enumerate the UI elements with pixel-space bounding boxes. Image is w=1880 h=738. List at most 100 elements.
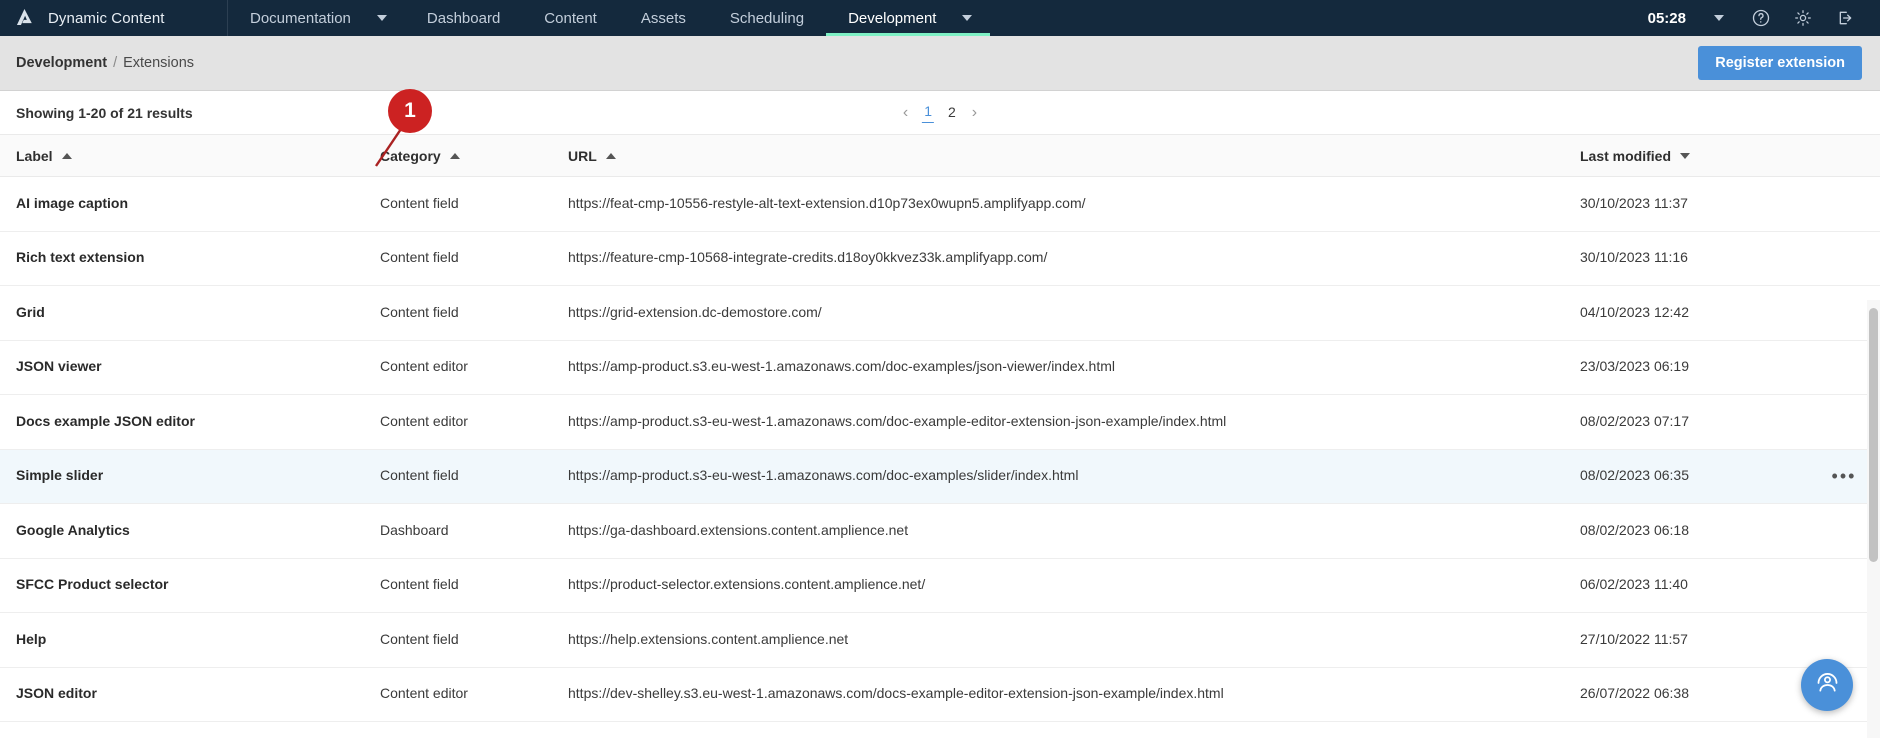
cell-label: SFCC Product selector (16, 576, 169, 593)
cell-label: Google Analytics (16, 521, 130, 538)
table-body: AI image caption Content field https://fea… (0, 177, 1880, 722)
cell-url: https://amp-product.s3.eu-west-1.amazona… (568, 358, 1116, 375)
cell-category: Content field (380, 467, 459, 484)
table-row[interactable]: Simple slider Content field https://amp-pr… (0, 449, 1880, 504)
help-circle-icon (1751, 8, 1771, 28)
cell-label: Rich text extension (16, 249, 145, 266)
nav-item-dashboard[interactable]: Dashboard (405, 0, 522, 36)
chevron-right-icon[interactable]: › (970, 104, 979, 121)
column-header-category[interactable]: Category (380, 148, 568, 164)
nav-label-development: Development (848, 9, 937, 27)
column-header-url[interactable]: URL (568, 148, 1580, 164)
sort-ascending-icon (449, 152, 460, 159)
sort-ascending-icon (605, 152, 616, 159)
nav-item-content[interactable]: Content (522, 0, 619, 36)
column-header-label[interactable]: Label (16, 148, 380, 164)
nav-label-assets: Assets (640, 9, 686, 27)
register-extension-button[interactable]: Register extension (1698, 46, 1862, 80)
sort-ascending-icon (61, 152, 72, 159)
annotation-badge-1: 1 (388, 89, 432, 133)
pagination-page-2[interactable]: 2 (946, 103, 958, 123)
cell-url: https://dev-shelley.s3.eu-west-1.amazona… (568, 685, 1224, 702)
settings-button[interactable] (1782, 0, 1824, 36)
breadcrumb-bar: Development / Extensions Register extens… (0, 36, 1880, 91)
column-url-text: URL (568, 147, 597, 164)
cell-url: https://amp-product.s3-eu-west-1.amazona… (568, 467, 1079, 484)
ellipsis-horizontal-icon[interactable]: ••• (1832, 467, 1857, 485)
cell-category: Content field (380, 630, 459, 647)
logout-icon (1835, 8, 1855, 28)
primary-nav: Documentation Dashboard Content Assets S… (228, 0, 991, 36)
nav-label-content: Content (544, 9, 597, 27)
cell-label: Grid (16, 303, 45, 320)
table-row[interactable]: Grid Content field https://grid-extension.… (0, 286, 1880, 341)
cell-url: https://feature-cmp-10568-integrate-cred… (568, 249, 1048, 266)
cell-category: Content field (380, 576, 459, 593)
table-header-row: Label Category URL Last modified (0, 134, 1880, 177)
nav-item-documentation[interactable]: Documentation (228, 0, 405, 36)
cell-url: https://amp-product.s3-eu-west-1.amazona… (568, 412, 1227, 429)
nav-label-documentation: Documentation (250, 9, 351, 27)
support-chat-button[interactable] (1801, 659, 1853, 711)
cell-label: JSON viewer (16, 358, 102, 375)
nav-item-assets[interactable]: Assets (619, 0, 708, 36)
annotation-badge-number: 1 (404, 99, 416, 122)
column-header-last-modified[interactable]: Last modified (1580, 148, 1808, 164)
table-scrollbar-thumb[interactable] (1869, 308, 1878, 562)
table-row[interactable]: JSON viewer Content editor https://amp-pro… (0, 340, 1880, 395)
cell-category: Content editor (380, 358, 468, 375)
nav-label-scheduling: Scheduling (729, 9, 805, 27)
cell-category: Content editor (380, 685, 468, 702)
table-row[interactable]: AI image caption Content field https://fea… (0, 177, 1880, 232)
brand-home-link[interactable]: Dynamic Content (0, 0, 228, 36)
cell-last-modified: 06/02/2023 11:40 (1580, 576, 1688, 593)
column-category-text: Category (380, 147, 441, 164)
column-last-modified-text: Last modified (1580, 147, 1672, 164)
breadcrumb-current: Extensions (123, 55, 195, 71)
cell-url: https://ga-dashboard.extensions.content.… (568, 521, 909, 538)
results-toolbar: Showing 1-20 of 21 results ‹ 1 2 › (0, 91, 1880, 134)
cell-category: Content field (380, 249, 459, 266)
cell-last-modified: 23/03/2023 06:19 (1580, 358, 1689, 375)
chat-support-icon (1814, 669, 1841, 701)
column-label-text: Label (16, 147, 53, 164)
cell-label: Help (16, 630, 47, 647)
table-row[interactable]: Google Analytics Dashboard https://ga-dash… (0, 504, 1880, 559)
cell-category: Dashboard (380, 521, 449, 538)
cell-url: https://product-selector.extensions.cont… (568, 576, 926, 593)
extensions-table: Label Category URL Last modified AI imag… (0, 134, 1880, 738)
cell-label: Docs example JSON editor (16, 412, 195, 429)
help-button[interactable] (1740, 0, 1782, 36)
cell-last-modified: 26/07/2022 06:38 (1580, 685, 1689, 702)
breadcrumb-root[interactable]: Development (16, 55, 107, 71)
nav-label-dashboard: Dashboard (426, 9, 501, 27)
nav-utilities: 05:28 (1636, 0, 1880, 36)
table-row[interactable]: SFCC Product selector Content field https:… (0, 558, 1880, 613)
logout-button[interactable] (1824, 0, 1866, 36)
cell-label: AI image caption (16, 194, 129, 211)
results-summary: Showing 1-20 of 21 results (16, 104, 193, 121)
pagination-page-1[interactable]: 1 (922, 102, 934, 123)
cell-url: https://help.extensions.content.amplienc… (568, 630, 849, 647)
nav-item-development[interactable]: Development (826, 0, 991, 36)
cell-category: Content editor (380, 412, 468, 429)
account-menu-button[interactable] (1698, 0, 1740, 36)
sort-descending-icon (1680, 152, 1691, 159)
cell-last-modified: 27/10/2022 11:57 (1580, 630, 1688, 647)
cell-label: JSON editor (16, 685, 97, 702)
cell-category: Content field (380, 194, 459, 211)
table-scrollbar-track[interactable] (1867, 300, 1880, 738)
amplience-logo-icon (14, 7, 36, 29)
chevron-down-icon (376, 15, 387, 21)
cell-url: https://feat-cmp-10556-restyle-alt-text-… (568, 194, 1086, 211)
cell-label: Simple slider (16, 467, 104, 484)
table-row[interactable]: Rich text extension Content field https://… (0, 231, 1880, 286)
nav-item-scheduling[interactable]: Scheduling (708, 0, 826, 36)
table-row[interactable]: Docs example JSON editor Content editor ht… (0, 395, 1880, 450)
chevron-left-icon[interactable]: ‹ (901, 104, 910, 121)
cell-last-modified: 08/02/2023 07:17 (1580, 412, 1689, 429)
table-row[interactable]: Help Content field https://help.extensions… (0, 613, 1880, 668)
table-row[interactable]: JSON editor Content editor https://dev-she… (0, 667, 1880, 722)
clock-display: 05:28 (1647, 9, 1686, 27)
cell-last-modified: 08/02/2023 06:35 (1580, 467, 1689, 484)
